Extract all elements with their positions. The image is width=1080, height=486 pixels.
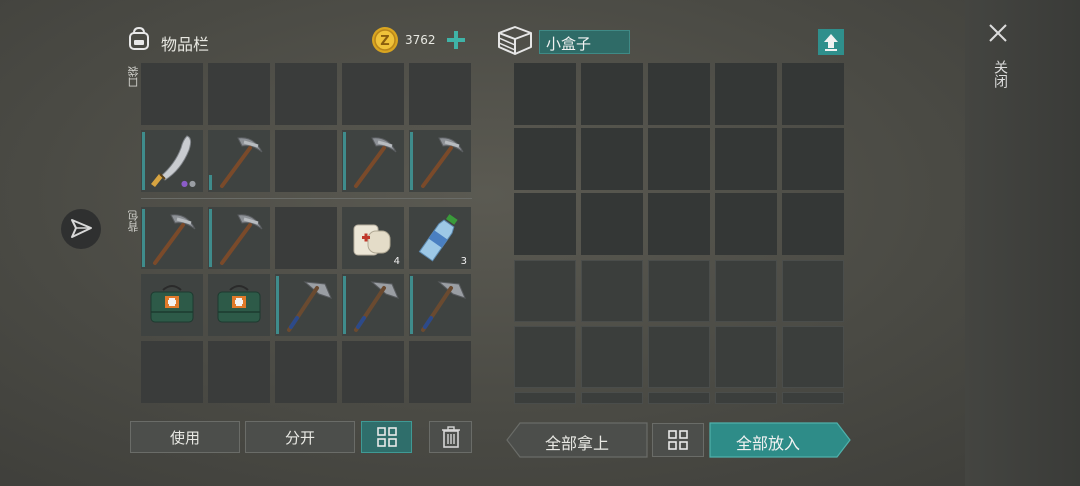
use-button[interactable]: 使用 xyxy=(130,421,240,453)
inventory-slot-machete[interactable]: ●● xyxy=(141,130,203,192)
inventory-slot-pickaxe[interactable] xyxy=(141,207,203,269)
box-slot-empty[interactable] xyxy=(514,63,576,125)
box-slot-empty[interactable] xyxy=(648,193,710,255)
backpack-label: 背包 xyxy=(127,210,140,232)
use-button-label: 使用 xyxy=(169,428,200,447)
send-arrow-button[interactable] xyxy=(61,209,101,249)
box-sort-button[interactable] xyxy=(652,423,704,457)
inventory-header: 物品栏 Z 3762 xyxy=(124,26,474,58)
box-slot-empty[interactable] xyxy=(715,128,777,190)
add-coins-button[interactable] xyxy=(446,30,466,50)
box-slot-empty[interactable] xyxy=(581,193,643,255)
box-slot-empty[interactable] xyxy=(648,392,710,404)
inventory-slot-empty[interactable] xyxy=(275,130,337,192)
upload-arrow-icon xyxy=(824,34,838,51)
box-slot-empty[interactable] xyxy=(581,260,643,322)
box-slot-empty[interactable] xyxy=(581,392,643,404)
box-slot-empty[interactable] xyxy=(715,63,777,125)
box-slot-empty[interactable] xyxy=(715,326,777,388)
inventory-title: 物品栏 xyxy=(161,35,210,54)
send-arrow-icon xyxy=(71,219,92,238)
inventory-slot-empty[interactable] xyxy=(275,207,337,269)
inventory-slot-empty[interactable] xyxy=(409,63,471,125)
inventory-slot-empty[interactable] xyxy=(342,63,404,125)
backpack-icon xyxy=(129,26,149,50)
put-all-label: 全部放入 xyxy=(736,434,801,453)
upload-button[interactable] xyxy=(818,29,844,55)
take-all-label: 全部拿上 xyxy=(545,434,610,453)
item-quantity: 3 xyxy=(460,256,467,267)
box-slot-empty[interactable] xyxy=(782,260,844,322)
box-slot-empty[interactable] xyxy=(514,392,576,404)
box-slot-empty[interactable] xyxy=(581,128,643,190)
box-slot-empty[interactable] xyxy=(514,193,576,255)
box-slot-empty[interactable] xyxy=(782,193,844,255)
inventory-slot-empty[interactable] xyxy=(342,341,404,403)
inventory-slot-hatchet[interactable] xyxy=(409,274,471,336)
pocket-label: 口袋 xyxy=(127,66,140,88)
inventory-slot-empty[interactable] xyxy=(141,63,203,125)
box-icon xyxy=(498,26,532,55)
trash-icon xyxy=(441,426,460,448)
split-button[interactable]: 分开 xyxy=(245,421,355,453)
split-button-label: 分开 xyxy=(284,428,315,447)
inventory-slot-first-aid-kit[interactable] xyxy=(208,274,270,336)
coin-icon: Z xyxy=(372,27,398,53)
item-quantity: 4 xyxy=(393,256,400,267)
inventory-slot-hatchet[interactable] xyxy=(342,274,404,336)
box-slot-empty[interactable] xyxy=(782,326,844,388)
section-divider xyxy=(141,198,472,199)
grid-sort-icon xyxy=(668,430,688,450)
attachment-dots: ●● xyxy=(181,179,197,188)
close-label[interactable]: 关闭 xyxy=(990,60,1010,88)
inventory-slot-pickaxe[interactable] xyxy=(208,207,270,269)
inventory-slot-empty[interactable] xyxy=(141,341,203,403)
box-slot-empty[interactable] xyxy=(715,392,777,404)
box-slot-empty[interactable] xyxy=(648,63,710,125)
box-name-field[interactable]: 小盒子 xyxy=(539,30,630,54)
box-slot-empty[interactable] xyxy=(648,128,710,190)
inventory-slot-water-bottle[interactable]: 3 xyxy=(409,207,471,269)
box-slot-empty[interactable] xyxy=(581,63,643,125)
box-slot-empty[interactable] xyxy=(514,128,576,190)
svg-text:Z: Z xyxy=(380,34,389,49)
close-panel xyxy=(965,0,1080,486)
box-slot-empty[interactable] xyxy=(581,326,643,388)
inventory-slot-pickaxe[interactable] xyxy=(208,130,270,192)
close-icon[interactable] xyxy=(987,22,1009,44)
box-slot-empty[interactable] xyxy=(715,193,777,255)
inventory-slot-empty[interactable] xyxy=(275,341,337,403)
box-slot-empty[interactable] xyxy=(782,128,844,190)
inventory-slot-pickaxe[interactable] xyxy=(342,130,404,192)
inventory-slot-pickaxe[interactable] xyxy=(409,130,471,192)
inventory-slot-empty[interactable] xyxy=(275,63,337,125)
inventory-slot-bandage[interactable]: 4 xyxy=(342,207,404,269)
box-slot-empty[interactable] xyxy=(514,326,576,388)
box-slot-empty[interactable] xyxy=(514,260,576,322)
inventory-slot-first-aid-kit[interactable] xyxy=(141,274,203,336)
box-slot-empty[interactable] xyxy=(715,260,777,322)
box-slot-empty[interactable] xyxy=(648,260,710,322)
box-slot-empty[interactable] xyxy=(782,63,844,125)
coin-count: 3762 xyxy=(405,33,436,47)
sort-button[interactable] xyxy=(361,421,412,453)
trash-button[interactable] xyxy=(429,421,472,453)
inventory-slot-empty[interactable] xyxy=(208,341,270,403)
box-title: 小盒子 xyxy=(546,35,592,53)
box-slot-empty[interactable] xyxy=(782,392,844,404)
inventory-slot-empty[interactable] xyxy=(409,341,471,403)
box-slot-empty[interactable] xyxy=(648,326,710,388)
inventory-slot-hatchet[interactable] xyxy=(275,274,337,336)
grid-sort-icon xyxy=(376,427,397,447)
inventory-slot-empty[interactable] xyxy=(208,63,270,125)
